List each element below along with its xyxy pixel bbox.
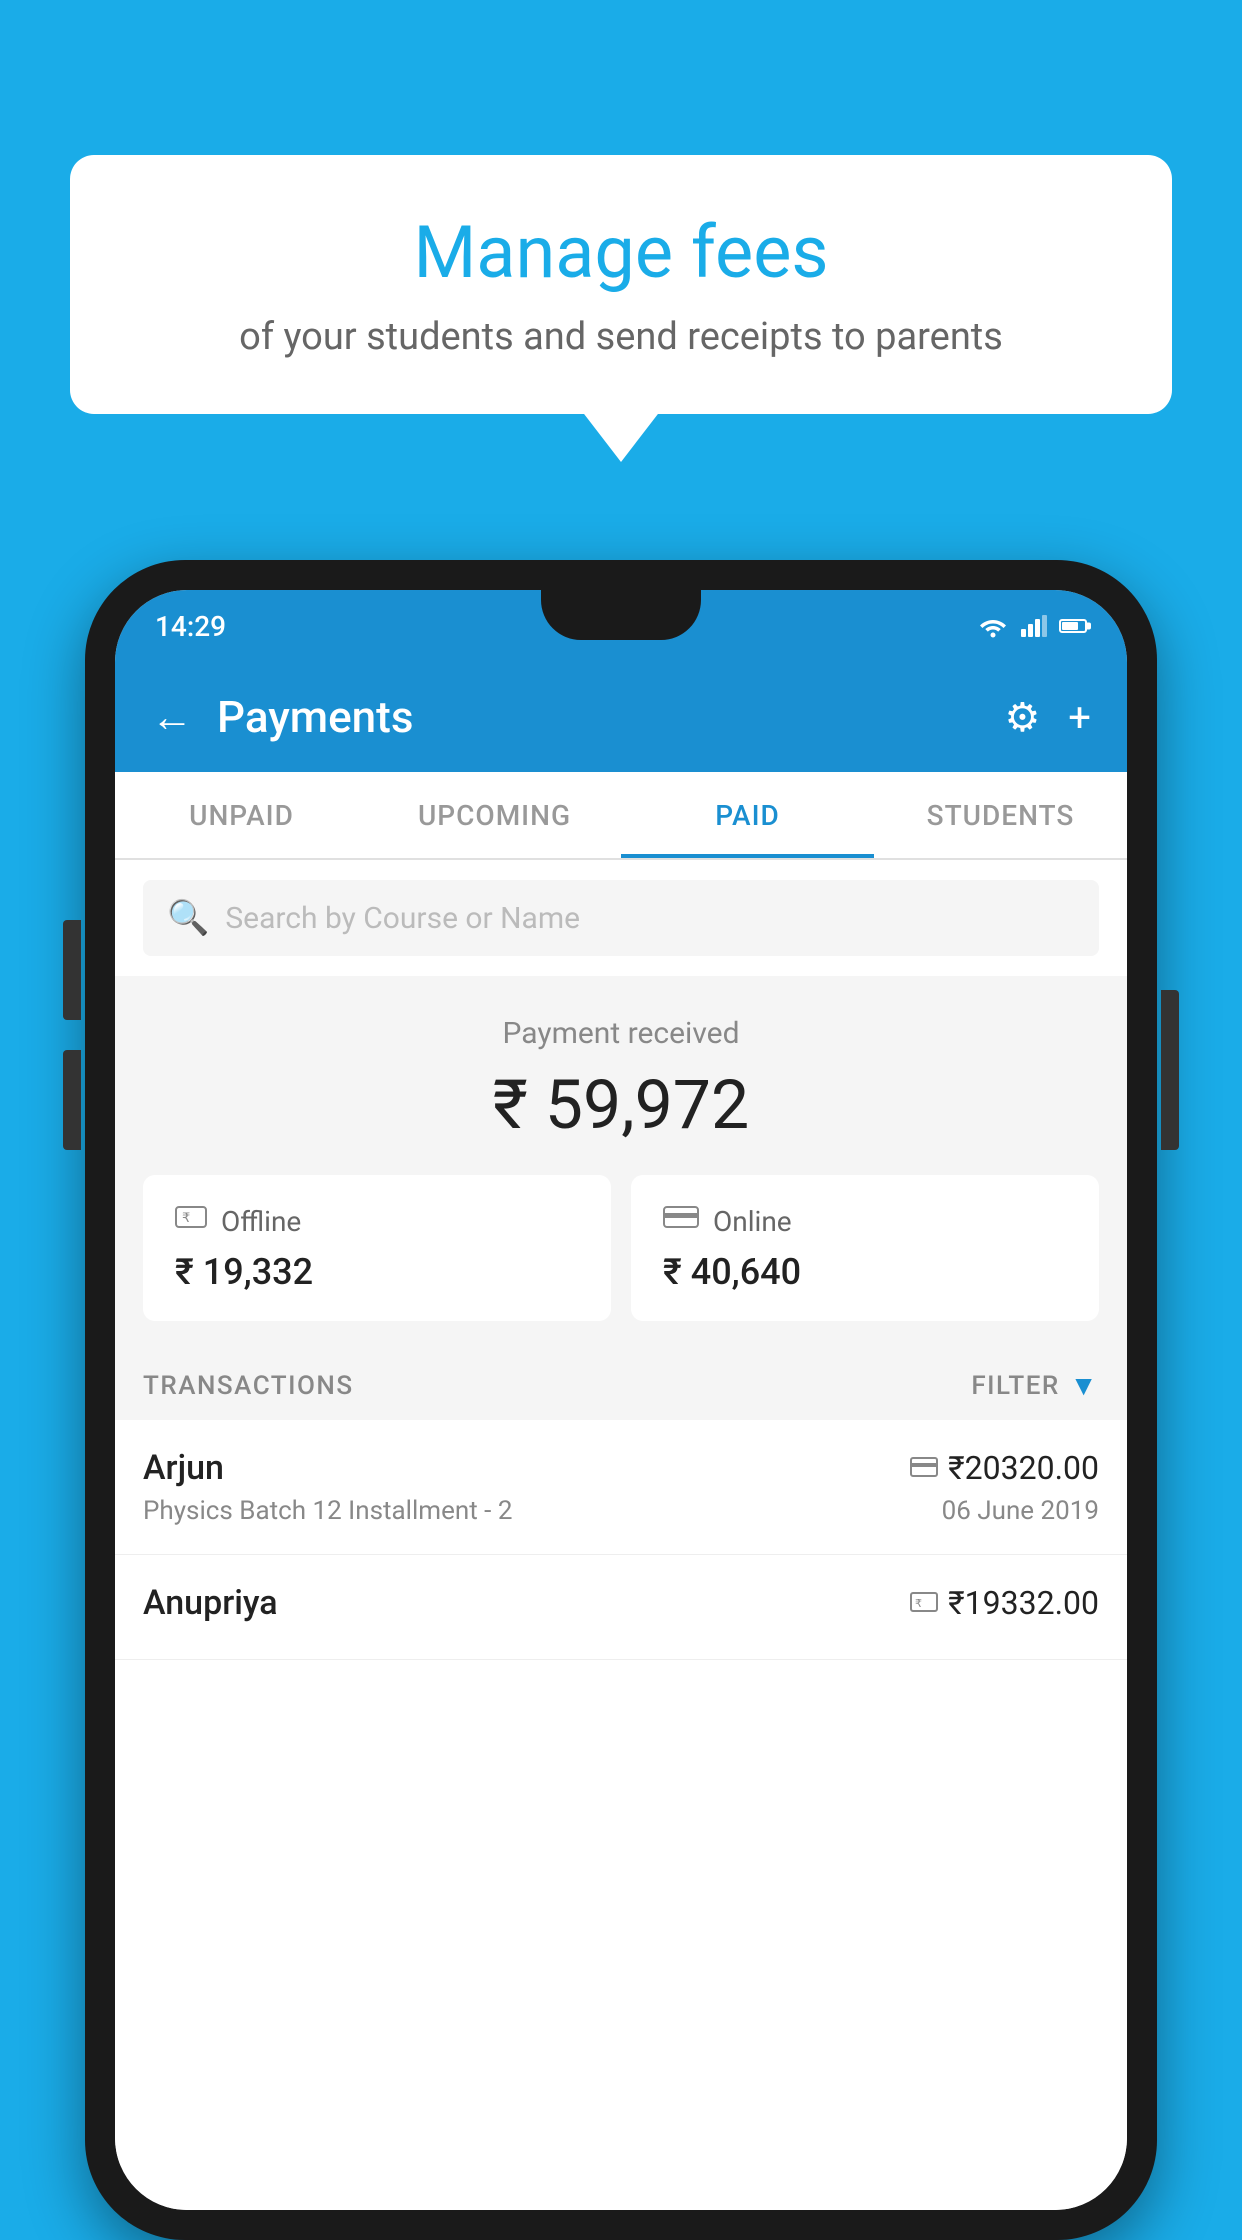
online-card-header: Online (663, 1203, 1067, 1239)
filter-label: FILTER (971, 1371, 1059, 1401)
bubble-subtitle: of your students and send receipts to pa… (130, 315, 1112, 359)
back-button[interactable]: ← (151, 693, 193, 742)
speech-bubble: Manage fees of your students and send re… (70, 155, 1172, 414)
transaction-online-icon-1 (910, 1452, 938, 1485)
offline-card-header: ₹ Offline (175, 1203, 579, 1239)
signal-icon (1021, 615, 1047, 637)
offline-amount: ₹ 19,332 (175, 1251, 579, 1293)
payment-total-amount: ₹ 59,972 (115, 1065, 1127, 1145)
settings-button[interactable]: ⚙ (1004, 694, 1040, 741)
payment-received-label: Payment received (115, 1016, 1127, 1051)
transaction-row[interactable]: Arjun ₹20320.00 Physics Batch 12 Install… (115, 1420, 1127, 1555)
app-bar-title: Payments (217, 691, 980, 743)
tab-upcoming[interactable]: UPCOMING (368, 772, 621, 858)
side-btn-volume-up (63, 920, 81, 1020)
phone-frame: 14:29 (85, 560, 1157, 2240)
svg-text:₹: ₹ (915, 1598, 922, 1610)
phone-screen: 14:29 (115, 590, 1127, 2210)
phone-notch (541, 590, 701, 640)
status-bar: 14:29 (115, 590, 1127, 662)
side-btn-volume-down (63, 1050, 81, 1150)
search-container: 🔍 Search by Course or Name (115, 860, 1127, 976)
filter-button[interactable]: FILTER ▼ (971, 1369, 1099, 1402)
search-icon: 🔍 (167, 898, 209, 938)
transaction-top-2: Anupriya ₹ ₹19332.00 (143, 1583, 1099, 1623)
transaction-row-2[interactable]: Anupriya ₹ ₹19332.00 (115, 1555, 1127, 1660)
tabs: UNPAID UPCOMING PAID STUDENTS (115, 772, 1127, 860)
transaction-amount-1: ₹20320.00 (948, 1449, 1099, 1487)
transactions-label: TRANSACTIONS (143, 1371, 354, 1401)
svg-text:₹: ₹ (182, 1210, 190, 1225)
transactions-header: TRANSACTIONS FILTER ▼ (115, 1351, 1127, 1420)
tab-students[interactable]: STUDENTS (874, 772, 1127, 858)
side-btn-power (1161, 990, 1179, 1150)
tab-unpaid[interactable]: UNPAID (115, 772, 368, 858)
online-card: Online ₹ 40,640 (631, 1175, 1099, 1321)
transaction-date-1: 06 June 2019 (942, 1496, 1099, 1526)
transaction-desc-1: Physics Batch 12 Installment - 2 (143, 1496, 512, 1526)
add-button[interactable]: + (1068, 694, 1091, 741)
online-label: Online (713, 1205, 792, 1238)
online-payment-icon (663, 1203, 699, 1239)
status-time: 14:29 (155, 610, 226, 643)
transaction-name-1: Arjun (143, 1448, 224, 1488)
transaction-top-1: Arjun ₹20320.00 (143, 1448, 1099, 1488)
transaction-bottom-1: Physics Batch 12 Installment - 2 06 June… (143, 1496, 1099, 1526)
offline-payment-icon: ₹ (175, 1203, 207, 1239)
payment-summary: Payment received ₹ 59,972 (115, 976, 1127, 1175)
transaction-offline-icon-2: ₹ (910, 1587, 938, 1620)
bubble-title: Manage fees (130, 210, 1112, 295)
app-bar: ← Payments ⚙ + (115, 662, 1127, 772)
filter-icon: ▼ (1070, 1369, 1099, 1402)
transaction-amount-row-2: ₹ ₹19332.00 (910, 1584, 1099, 1622)
payment-cards-row: ₹ Offline ₹ 19,332 Online (115, 1175, 1127, 1351)
app-bar-icons: ⚙ + (1004, 694, 1091, 741)
transaction-amount-2: ₹19332.00 (948, 1584, 1099, 1622)
battery-icon (1059, 619, 1087, 633)
status-icons (977, 614, 1087, 638)
offline-label: Offline (221, 1205, 301, 1238)
transaction-name-2: Anupriya (143, 1583, 278, 1623)
offline-card: ₹ Offline ₹ 19,332 (143, 1175, 611, 1321)
transactions-list: Arjun ₹20320.00 Physics Batch 12 Install… (115, 1420, 1127, 2210)
online-amount: ₹ 40,640 (663, 1251, 1067, 1293)
tab-paid[interactable]: PAID (621, 772, 874, 858)
wifi-icon (977, 614, 1009, 638)
search-bar[interactable]: 🔍 Search by Course or Name (143, 880, 1099, 956)
transaction-amount-row-1: ₹20320.00 (910, 1449, 1099, 1487)
speech-bubble-container: Manage fees of your students and send re… (70, 155, 1172, 414)
search-input[interactable]: Search by Course or Name (225, 901, 580, 936)
